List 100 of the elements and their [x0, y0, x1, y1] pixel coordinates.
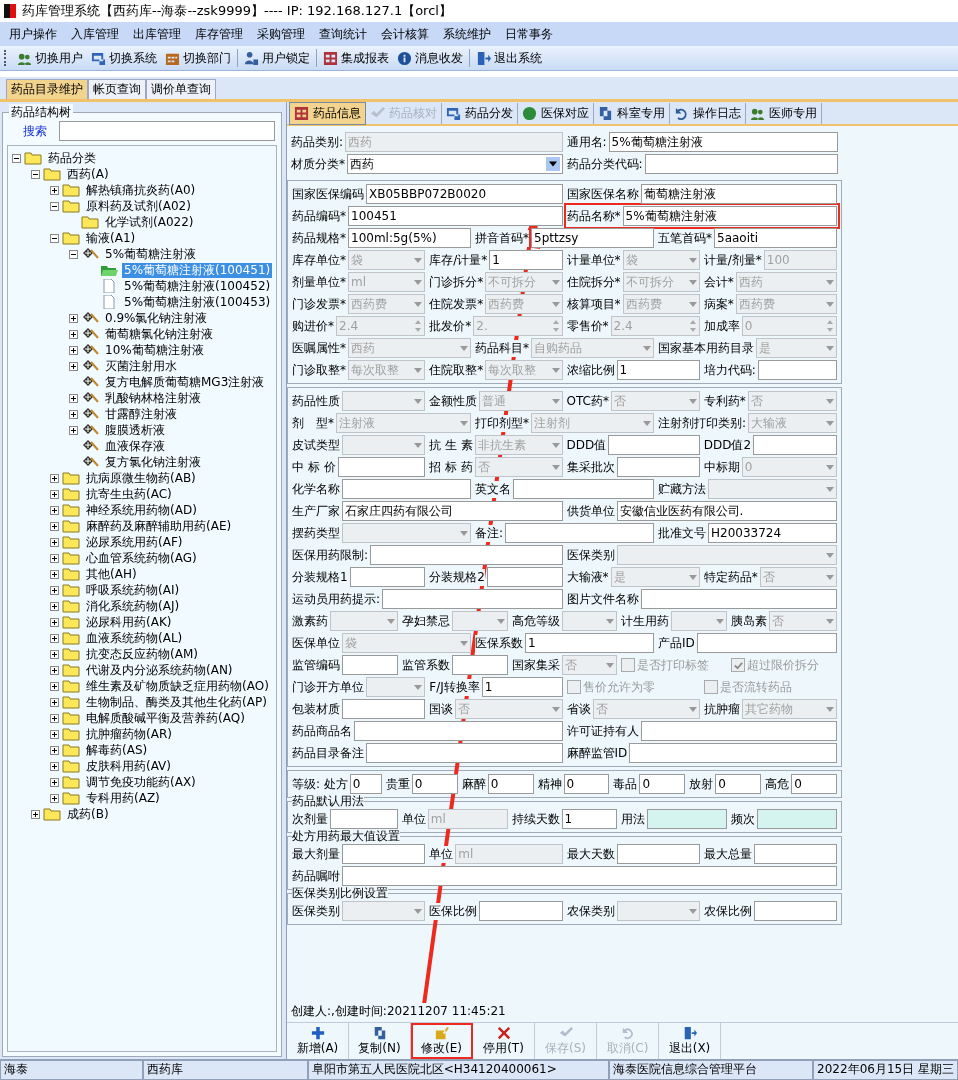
- document-tab[interactable]: 药品目录维护: [6, 79, 88, 99]
- input-field[interactable]: [505, 523, 654, 543]
- expander-icon[interactable]: [50, 665, 59, 675]
- toolbar-button[interactable]: 用户锁定: [240, 47, 314, 69]
- tree-item[interactable]: 化学试剂(A022): [103, 214, 196, 230]
- input-field[interactable]: [640, 721, 837, 741]
- tree-item[interactable]: 0.9%氯化钠注射液: [103, 310, 210, 326]
- input-field[interactable]: [342, 479, 471, 499]
- input-field[interactable]: [486, 567, 563, 587]
- tab[interactable]: 药品分发: [442, 102, 518, 124]
- expander-icon[interactable]: [69, 425, 78, 435]
- input-field[interactable]: [640, 589, 837, 609]
- input-field[interactable]: [382, 589, 563, 609]
- tree-item[interactable]: 抗变态反应药物(AM): [84, 646, 200, 662]
- input-field[interactable]: [644, 154, 838, 174]
- expander-icon[interactable]: [50, 761, 59, 771]
- expander-icon[interactable]: [50, 713, 59, 723]
- expander-icon[interactable]: [69, 361, 78, 371]
- expander-icon[interactable]: [50, 233, 59, 243]
- menu-item[interactable]: 入库管理: [64, 25, 126, 43]
- expander-icon[interactable]: [50, 777, 59, 787]
- expander-icon[interactable]: [50, 489, 59, 499]
- tree-item[interactable]: 5%葡萄糖注射液: [103, 246, 199, 262]
- input-field[interactable]: [330, 809, 398, 829]
- expander-icon[interactable]: [50, 681, 59, 691]
- expander-icon[interactable]: [50, 745, 59, 755]
- tree-item[interactable]: 其他(AH): [84, 566, 139, 582]
- expander-icon[interactable]: [31, 809, 40, 819]
- input-field[interactable]: 0: [487, 774, 534, 794]
- tree-item[interactable]: 电解质酸碱平衡及营养药(AQ): [84, 710, 247, 726]
- tab[interactable]: 药品信息: [289, 101, 366, 125]
- tree-item[interactable]: 5%葡萄糖注射液(100452): [122, 278, 273, 294]
- input-field[interactable]: H20033724: [708, 523, 837, 543]
- input-field[interactable]: [757, 360, 837, 380]
- expander-icon[interactable]: [69, 409, 78, 419]
- input-field[interactable]: 0: [639, 774, 686, 794]
- expander-icon[interactable]: [50, 553, 59, 563]
- tree-item[interactable]: 抗肿瘤药物(AR): [84, 726, 174, 742]
- input-field[interactable]: 葡萄糖注射液: [640, 184, 837, 204]
- input-field[interactable]: 0: [563, 774, 610, 794]
- tree-item[interactable]: 复方氯化钠注射液: [103, 454, 203, 470]
- tree-item[interactable]: 呼吸系统药物(AI): [84, 582, 182, 598]
- tree-item[interactable]: 西药(A): [65, 166, 111, 182]
- expander-icon[interactable]: [69, 345, 78, 355]
- tree-item[interactable]: 专科用药(AZ): [84, 790, 162, 806]
- document-tab[interactable]: 帐页查询: [88, 79, 146, 99]
- expander-icon[interactable]: [69, 393, 78, 403]
- input-field[interactable]: [696, 633, 837, 653]
- toolbar-button[interactable]: 退出系统: [472, 47, 546, 69]
- tree-item[interactable]: 乳酸钠林格注射液: [103, 390, 203, 406]
- tree-item[interactable]: 神经系统用药物(AD): [84, 502, 199, 518]
- tree-item[interactable]: 输液(A1): [84, 230, 138, 246]
- toolbar-button[interactable]: 切换用户: [13, 47, 87, 69]
- input-field[interactable]: 1: [481, 677, 563, 697]
- expander-icon[interactable]: [50, 793, 59, 803]
- expander-icon[interactable]: [69, 249, 78, 259]
- input-field[interactable]: [757, 809, 837, 829]
- tree-item[interactable]: 调节免疫功能药(AX): [84, 774, 198, 790]
- tree-item[interactable]: 复方电解质葡萄糖MG3注射液: [103, 374, 267, 390]
- tree-item[interactable]: 药品分类: [46, 150, 98, 166]
- input-field[interactable]: [647, 809, 728, 829]
- expander-icon[interactable]: [31, 169, 40, 179]
- input-field[interactable]: [342, 699, 426, 719]
- tree-item[interactable]: 血液保存液: [103, 438, 167, 454]
- tree-item[interactable]: 消化系统药物(AJ): [84, 598, 182, 614]
- menu-item[interactable]: 查询统计: [312, 25, 374, 43]
- expander-icon[interactable]: [12, 153, 21, 163]
- tree-item[interactable]: 甘露醇注射液: [103, 406, 179, 422]
- input-field[interactable]: [342, 844, 426, 864]
- input-field[interactable]: [337, 457, 426, 477]
- tree-item[interactable]: 灭菌注射用水: [103, 358, 179, 374]
- toolbar-button[interactable]: 消息收发: [393, 47, 467, 69]
- tree-item[interactable]: 泌尿系统用药(AF): [84, 534, 185, 550]
- input-field[interactable]: 100451: [348, 206, 563, 226]
- tab[interactable]: 操作日志: [670, 102, 746, 124]
- menu-item[interactable]: 用户操作: [2, 25, 64, 43]
- menu-item[interactable]: 采购管理: [250, 25, 312, 43]
- input-field[interactable]: 1: [561, 809, 618, 829]
- input-field[interactable]: [342, 655, 398, 675]
- toolbar-button[interactable]: 集成报表: [319, 47, 393, 69]
- input-field[interactable]: 0: [411, 774, 458, 794]
- expander-icon[interactable]: [50, 569, 59, 579]
- tree-item[interactable]: 10%葡萄糖注射液: [103, 342, 206, 358]
- tab[interactable]: 医师专用: [746, 102, 822, 124]
- tree-item[interactable]: 解毒药(AS): [84, 742, 150, 758]
- tree-item[interactable]: 抗寄生虫药(AC): [84, 486, 174, 502]
- document-tab[interactable]: 调价单查询: [146, 79, 216, 99]
- input-field[interactable]: 5%葡萄糖注射液: [622, 206, 837, 226]
- menu-item[interactable]: 日常事务: [498, 25, 560, 43]
- input-field[interactable]: [629, 743, 837, 763]
- input-field[interactable]: [616, 844, 700, 864]
- tab[interactable]: 科室专用: [594, 102, 670, 124]
- search-field[interactable]: [59, 121, 275, 141]
- input-field[interactable]: [349, 567, 426, 587]
- tree-item[interactable]: 皮肤科用药(AV): [84, 758, 173, 774]
- search-link[interactable]: 搜索: [23, 122, 47, 140]
- input-field[interactable]: [354, 721, 563, 741]
- expander-icon[interactable]: [50, 585, 59, 595]
- input-field[interactable]: [608, 435, 700, 455]
- input-field[interactable]: [513, 479, 654, 499]
